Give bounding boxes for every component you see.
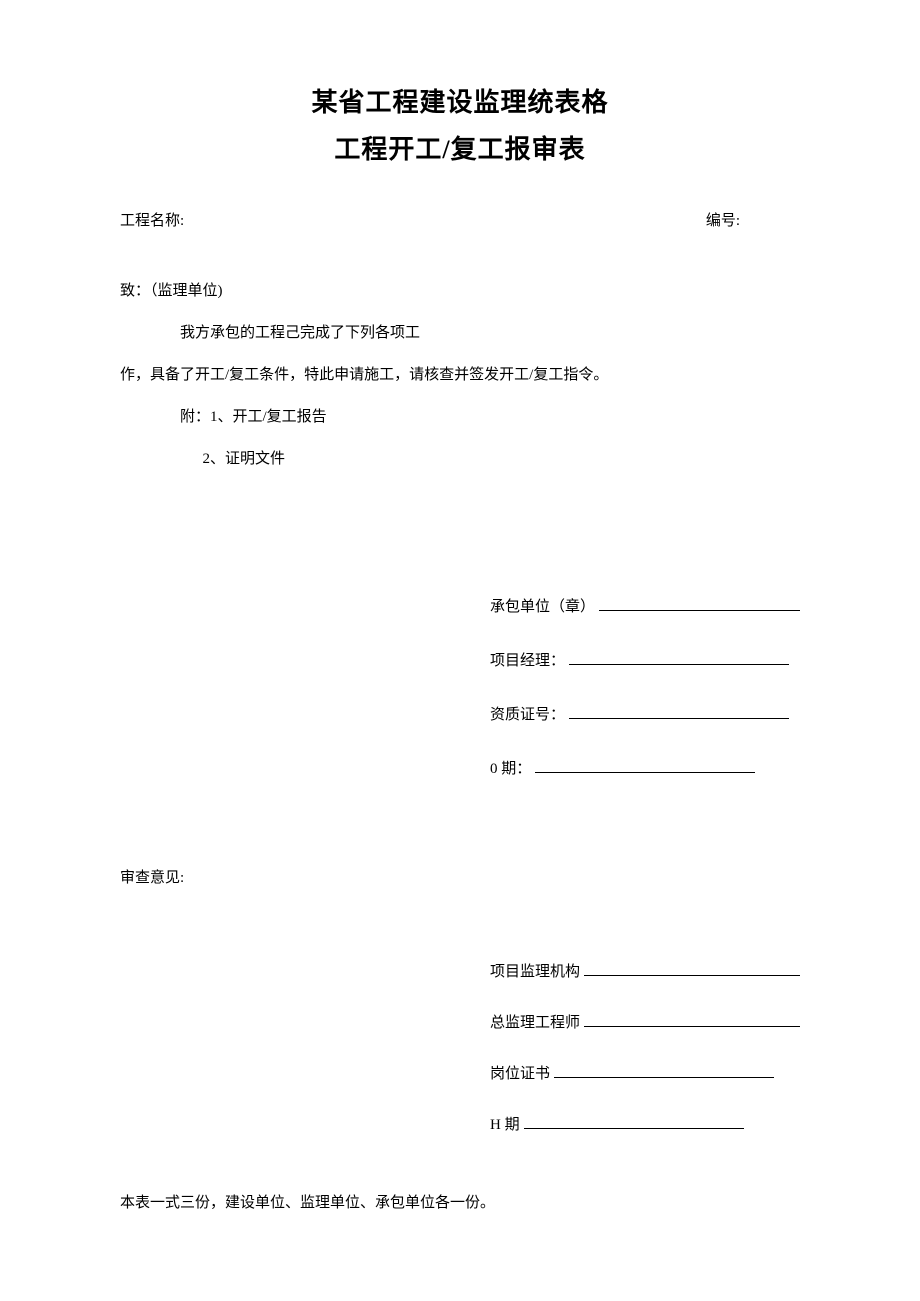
post-cert-line bbox=[554, 1077, 774, 1078]
attachment-label: 附：1、开工/复工报告 bbox=[120, 396, 800, 438]
pm-label: 项目经理： bbox=[490, 634, 565, 688]
signature-block-2: 项目监理机构 总监理工程师 岗位证书 H 期 bbox=[490, 947, 800, 1151]
paragraph-2: 作，具备了开工/复工条件，特此申请施工，请核查并签发开工/复工指令。 bbox=[120, 354, 800, 396]
supervisor-org-row: 项目监理机构 bbox=[490, 947, 800, 998]
body-text: 致：（监理单位) 我方承包的工程己完成了下列各项工 作，具备了开工/复工条件，特… bbox=[120, 270, 800, 480]
signature-block-1: 承包单位（章） 项目经理： 资质证号： 0 期： bbox=[490, 580, 800, 796]
chief-engineer-label: 总监理工程师 bbox=[490, 998, 580, 1049]
title-line-2: 工程开工/复工报审表 bbox=[120, 127, 800, 174]
paragraph-1: 我方承包的工程己完成了下列各项工 bbox=[120, 312, 800, 354]
chief-engineer-line bbox=[584, 1026, 800, 1027]
footer-note: 本表一式三份，建设单位、监理单位、承包单位各一份。 bbox=[120, 1191, 800, 1212]
date2-line bbox=[524, 1128, 744, 1129]
cert-line bbox=[569, 718, 789, 719]
date1-row: 0 期： bbox=[490, 742, 800, 796]
contractor-label: 承包单位（章） bbox=[490, 580, 595, 634]
to-line: 致：（监理单位) bbox=[120, 270, 800, 312]
supervisor-org-line bbox=[584, 975, 800, 976]
supervisor-org-label: 项目监理机构 bbox=[490, 947, 580, 998]
title-block: 某省工程建设监理统表格 工程开工/复工报审表 bbox=[120, 80, 800, 174]
review-label: 审查意见: bbox=[120, 866, 800, 887]
post-cert-label: 岗位证书 bbox=[490, 1049, 550, 1100]
chief-engineer-row: 总监理工程师 bbox=[490, 998, 800, 1049]
document-page: 某省工程建设监理统表格 工程开工/复工报审表 工程名称: 编号: 致：（监理单位… bbox=[0, 0, 920, 1272]
contractor-row: 承包单位（章） bbox=[490, 580, 800, 634]
attachment-2: 2、证明文件 bbox=[120, 438, 800, 480]
pm-line bbox=[569, 664, 789, 665]
date2-label: H 期 bbox=[490, 1100, 520, 1151]
title-line-1: 某省工程建设监理统表格 bbox=[120, 80, 800, 127]
cert-row: 资质证号： bbox=[490, 688, 800, 742]
pm-row: 项目经理： bbox=[490, 634, 800, 688]
meta-row: 工程名称: 编号: bbox=[120, 209, 800, 230]
date1-label: 0 期： bbox=[490, 742, 531, 796]
contractor-line bbox=[599, 610, 800, 611]
cert-label: 资质证号： bbox=[490, 688, 565, 742]
serial-label: 编号: bbox=[706, 209, 740, 230]
date2-row: H 期 bbox=[490, 1100, 800, 1151]
post-cert-row: 岗位证书 bbox=[490, 1049, 800, 1100]
project-name-label: 工程名称: bbox=[120, 209, 184, 230]
date1-line bbox=[535, 772, 755, 773]
